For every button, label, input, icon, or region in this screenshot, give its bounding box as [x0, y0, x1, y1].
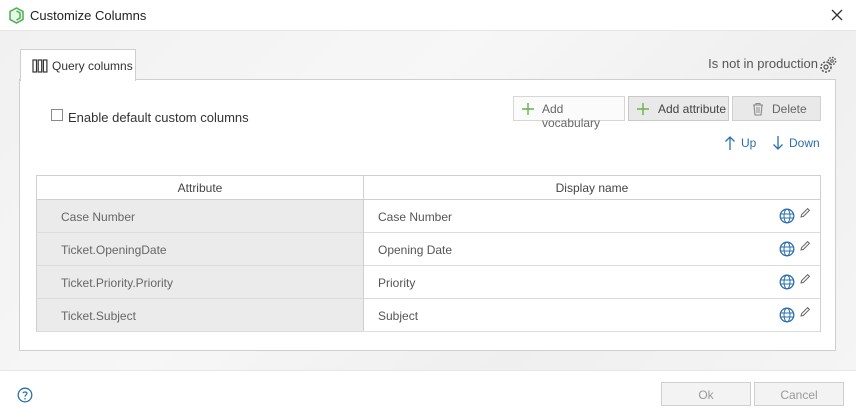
- query-columns-panel: Enable default custom columns Add vocabu…: [19, 79, 836, 351]
- add-vocabulary-label: Add vocabulary: [542, 102, 601, 130]
- window-title: Customize Columns: [30, 8, 147, 23]
- enable-default-label: Enable default custom columns: [68, 110, 249, 125]
- arrow-down-icon: [773, 136, 783, 150]
- up-label: Up: [741, 136, 757, 150]
- display-name-cell[interactable]: Case Number: [364, 200, 820, 232]
- header-display-name[interactable]: Display name: [364, 181, 820, 195]
- attribute-cell[interactable]: Ticket.OpeningDate: [37, 233, 363, 265]
- column-divider: [363, 176, 364, 331]
- tab-label: Query columns: [52, 59, 133, 73]
- ok-button[interactable]: Ok: [661, 382, 751, 406]
- move-up-link[interactable]: Up: [724, 136, 760, 152]
- header-attribute[interactable]: Attribute: [37, 181, 363, 195]
- table-row[interactable]: Case Number Case Number: [37, 200, 820, 233]
- move-down-link[interactable]: Down: [772, 136, 820, 152]
- production-status: Is not in production: [708, 56, 818, 71]
- plus-icon: [637, 103, 649, 115]
- table-row[interactable]: Ticket.OpeningDate Opening Date: [37, 233, 820, 266]
- add-vocabulary-button[interactable]: Add vocabulary: [513, 96, 625, 130]
- pencil-icon[interactable]: [799, 207, 811, 219]
- trash-icon: [753, 102, 763, 116]
- display-name-cell[interactable]: Opening Date: [364, 233, 820, 265]
- attribute-cell[interactable]: Case Number: [37, 200, 363, 232]
- display-name-cell[interactable]: Subject: [364, 299, 820, 331]
- enable-default-checkbox[interactable]: [51, 109, 63, 121]
- pencil-icon[interactable]: [799, 273, 811, 285]
- add-attribute-label: Add attribute: [658, 102, 727, 116]
- globe-icon[interactable]: [779, 274, 795, 290]
- attribute-cell[interactable]: Ticket.Priority.Priority: [37, 266, 363, 298]
- add-attribute-button[interactable]: Add attribute: [628, 96, 729, 121]
- cancel-button[interactable]: Cancel: [754, 382, 844, 406]
- help-icon[interactable]: [17, 387, 33, 403]
- gear-icon[interactable]: [818, 55, 838, 75]
- delete-label: Delete: [772, 102, 807, 116]
- arrow-up-icon: [725, 136, 735, 150]
- table-row[interactable]: Ticket.Priority.Priority Priority: [37, 266, 820, 299]
- pencil-icon[interactable]: [799, 240, 811, 252]
- globe-icon[interactable]: [779, 241, 795, 257]
- pencil-icon[interactable]: [799, 306, 811, 318]
- grid-header: Attribute Display name: [37, 176, 820, 200]
- columns-grid: Attribute Display name Case Number Case …: [36, 175, 821, 332]
- close-icon[interactable]: [828, 6, 846, 24]
- dialog-content: Query columns Is not in production Enabl…: [0, 31, 856, 370]
- title-bar: Customize Columns: [0, 0, 856, 31]
- globe-icon[interactable]: [779, 307, 795, 323]
- dialog-footer: Ok Cancel: [0, 370, 856, 420]
- columns-icon: [32, 59, 48, 73]
- attribute-cell[interactable]: Ticket.Subject: [37, 299, 363, 331]
- down-label: Down: [789, 136, 820, 150]
- app-icon: [9, 7, 24, 24]
- display-name-cell[interactable]: Priority: [364, 266, 820, 298]
- table-row[interactable]: Ticket.Subject Subject: [37, 299, 820, 332]
- delete-button[interactable]: Delete: [732, 96, 821, 121]
- tab-query-columns[interactable]: Query columns: [20, 49, 136, 81]
- plus-icon: [522, 103, 534, 115]
- globe-icon[interactable]: [779, 208, 795, 224]
